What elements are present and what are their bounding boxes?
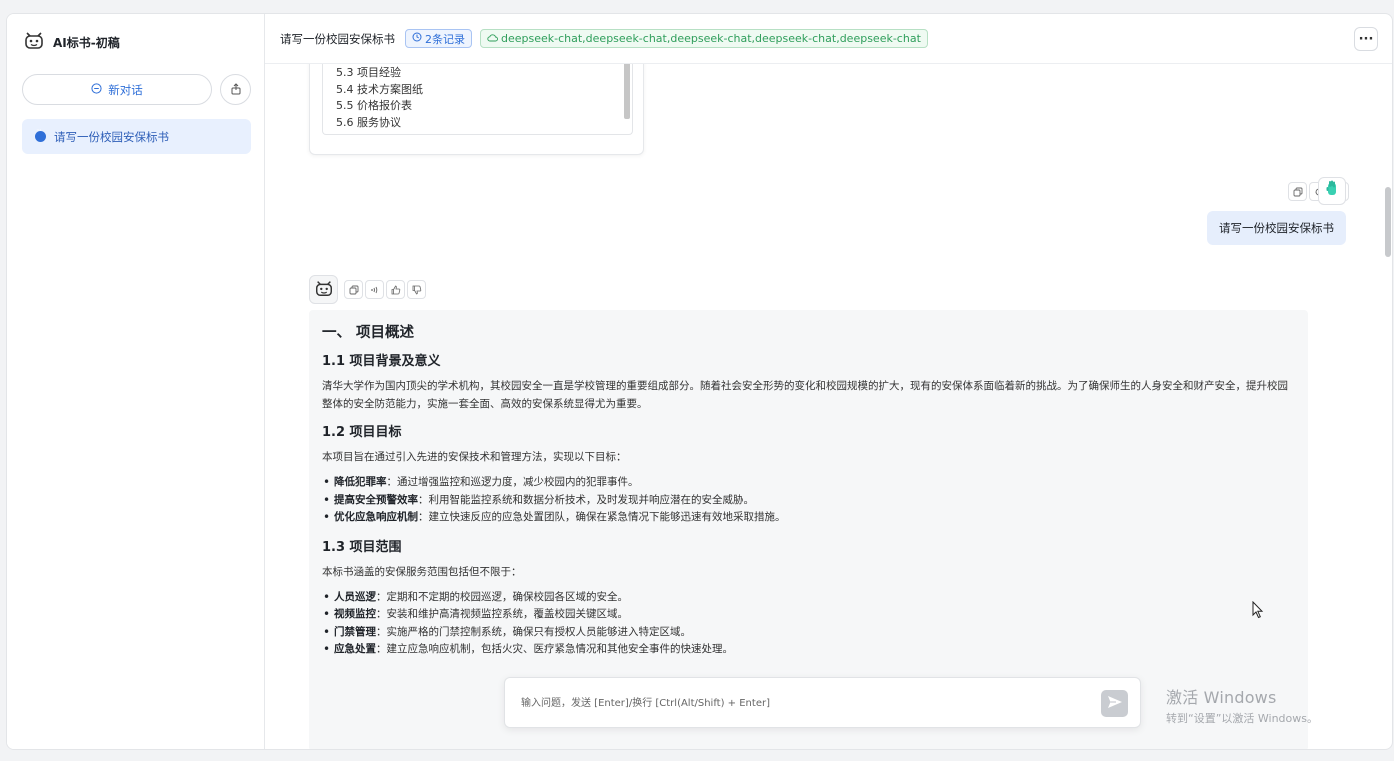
chat-header: 请写一份校园安保标书 2条记录 deepseek-chat,deepseek-c… [265, 14, 1392, 64]
speaker-icon [370, 280, 380, 299]
app-window: AI标书-初稿 新对话 请写一份校园安保标书 请写一份校园安保标书 2条记录 [6, 13, 1393, 750]
message-composer [504, 677, 1141, 728]
new-chat-button[interactable]: 新对话 [22, 74, 212, 105]
list-item-desc: ：安装和维护高清视频监控系统，覆盖校园关键区域。 [376, 608, 628, 620]
sidebar: AI标书-初稿 新对话 请写一份校园安保标书 [7, 14, 265, 749]
send-button[interactable] [1101, 690, 1128, 717]
section-heading: 1.2 项目目标 [322, 425, 402, 440]
bot-avatar [309, 275, 338, 304]
previous-answer-card: 5.3 项目经验 5.4 技术方案图纸 5.5 价格报价表 5.6 服务协议 [309, 64, 644, 155]
list-item-term: 应急处置 [334, 643, 376, 655]
records-badge[interactable]: 2条记录 [405, 29, 472, 48]
list-item-term: 优化应急响应机制 [334, 511, 418, 523]
share-icon [230, 80, 242, 99]
section-heading: 1.1 项目背景及意义 [322, 354, 441, 369]
scope-list: 人员巡逻：定期和不定期的校园巡逻，确保校园各区域的安全。 视频监控：安装和维护高… [322, 589, 1296, 659]
list-item-desc: ：建立快速反应的应急处置团队，确保在紧急情况下能够迅速有效地采取措施。 [418, 511, 786, 523]
list-item-term: 提高安全预警效率 [334, 493, 418, 506]
section-heading: 1.3 项目范围 [322, 539, 402, 555]
bot-message-actions [344, 280, 426, 299]
robot-icon [314, 278, 334, 302]
app-name: AI标书-初稿 [53, 35, 120, 50]
copy-icon [349, 280, 359, 299]
user-avatar [1318, 177, 1346, 205]
chat-dot-icon [35, 126, 46, 142]
toc-list[interactable]: 5.3 项目经验 5.4 技术方案图纸 5.5 价格报价表 5.6 服务协议 [322, 64, 633, 135]
chat-messages: 5.3 项目经验 5.4 技术方案图纸 5.5 价格报价表 5.6 服务协议 请… [265, 64, 1384, 749]
list-item-desc: ：利用智能监控系统和数据分析技术，及时发现并响应潜在的安全威胁。 [418, 493, 754, 506]
send-icon [1107, 694, 1123, 713]
message-input[interactable] [521, 694, 1081, 712]
list-item-desc: ：实施严格的门禁控制系统，确保只有授权人员能够进入特定区域。 [376, 625, 691, 638]
clock-icon [412, 32, 422, 45]
windows-activation-watermark: 激活 Windows 转到“设置”以激活 Windows。 [1166, 684, 1318, 726]
toc-item: 5.5 价格报价表 [336, 99, 412, 112]
list-item: 门禁管理：实施严格的门禁控制系统，确保只有授权人员能够进入特定区域。 [322, 624, 1296, 642]
scrollbar-thumb[interactable] [1385, 187, 1391, 257]
chat-title: 请写一份校园安保标书 [280, 31, 395, 46]
copy-button[interactable] [344, 280, 363, 299]
like-button[interactable] [386, 280, 405, 299]
conversation-item[interactable]: 请写一份校园安保标书 [22, 119, 251, 154]
mouse-cursor-icon [1252, 600, 1264, 623]
goals-list: 降低犯罪率：通过增强监控和巡逻力度，减少校园内的犯罪事件。 提高安全预警效率：利… [322, 474, 1296, 527]
list-item: 视频监控：安装和维护高清视频监控系统，覆盖校园关键区域。 [322, 606, 1296, 624]
section-paragraph: 本标书涵盖的安保服务范围包括但不限于： [322, 565, 522, 578]
toc-item: 5.6 服务协议 [336, 115, 401, 129]
list-item: 人员巡逻：定期和不定期的校园巡逻，确保校园各区域的安全。 [322, 589, 1296, 607]
copy-button[interactable] [1288, 182, 1307, 201]
brand: AI标书-初稿 [23, 29, 120, 55]
cloud-icon [487, 32, 498, 45]
copy-icon [1293, 182, 1303, 201]
new-chat-label: 新对话 [108, 82, 143, 97]
chat-bubble-icon [91, 82, 102, 97]
list-item: 应急处置：建立应急响应机制，包括火灾、医疗紧急情况和其他安全事件的快速处理。 [322, 641, 1296, 659]
toc-item: 5.4 技术方案图纸 [336, 82, 423, 96]
list-item-desc: ：通过增强监控和巡逻力度，减少校园内的犯罪事件。 [386, 476, 639, 488]
robot-icon [23, 29, 45, 55]
hand-avatar-icon [1324, 180, 1340, 202]
list-item-desc: ：定期和不定期的校园巡逻，确保校园各区域的安全。 [376, 590, 628, 603]
records-label: 2条记录 [425, 32, 465, 46]
list-item: 降低犯罪率：通过增强监控和巡逻力度，减少校园内的犯罪事件。 [322, 474, 1296, 492]
watermark-subtitle: 转到“设置”以激活 Windows。 [1166, 712, 1318, 725]
user-message: 请写一份校园安保标书 [1207, 211, 1346, 245]
models-badge: deepseek-chat,deepseek-chat,deepseek-cha… [480, 29, 928, 48]
list-item-term: 人员巡逻 [334, 590, 376, 603]
more-icon: ··· [1358, 31, 1374, 47]
list-item-term: 降低犯罪率 [334, 476, 387, 488]
more-button[interactable]: ··· [1354, 27, 1378, 51]
thumbs-up-icon [391, 280, 401, 299]
section-paragraph: 清华大学作为国内顶尖的学术机构，其校园安全一直是学校管理的重要组成部分。随着社会… [322, 380, 1288, 410]
speak-button[interactable] [365, 280, 384, 299]
list-item: 提高安全预警效率：利用智能监控系统和数据分析技术，及时发现并响应潜在的安全威胁。 [322, 492, 1296, 510]
conversation-label: 请写一份校园安保标书 [54, 129, 169, 144]
toc-scrollbar[interactable] [624, 64, 630, 119]
list-item: 优化应急响应机制：建立快速反应的应急处置团队，确保在紧急情况下能够迅速有效地采取… [322, 509, 1296, 527]
thumbs-down-icon [412, 280, 422, 299]
answer-heading: 一、 项目概述 [322, 325, 415, 341]
watermark-title: 激活 Windows [1166, 688, 1277, 707]
list-item-desc: ：建立应急响应机制，包括火灾、医疗紧急情况和其他安全事件的快速处理。 [376, 643, 733, 655]
list-item-term: 门禁管理 [334, 625, 376, 638]
toc-item: 5.3 项目经验 [336, 66, 401, 79]
models-label: deepseek-chat,deepseek-chat,deepseek-cha… [501, 32, 921, 45]
dislike-button[interactable] [407, 280, 426, 299]
chat-scrollbar[interactable] [1384, 64, 1392, 749]
share-button[interactable] [220, 74, 251, 105]
list-item-term: 视频监控 [334, 608, 376, 620]
section-paragraph: 本项目旨在通过引入先进的安保技术和管理方法，实现以下目标： [322, 451, 627, 463]
